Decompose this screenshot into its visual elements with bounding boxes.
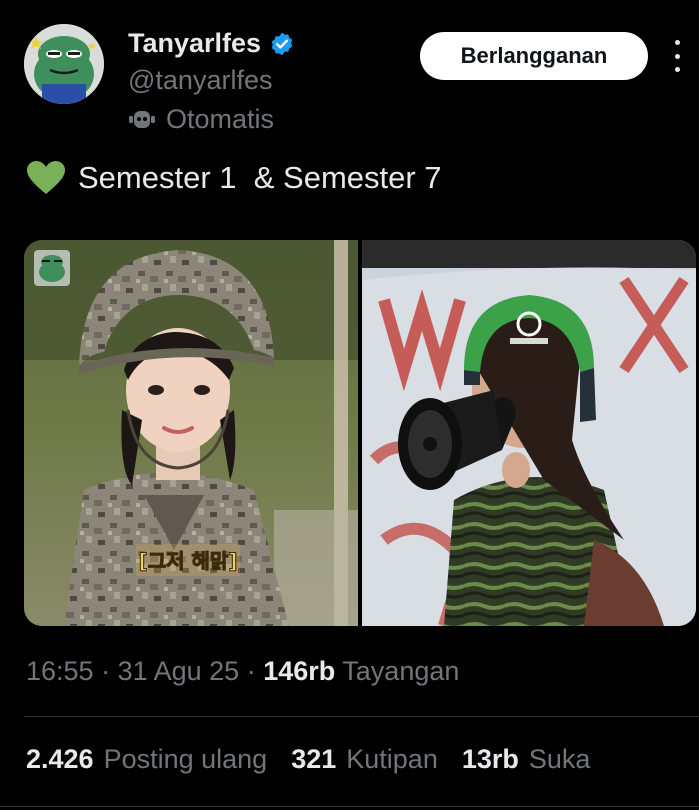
quotes-count: 321	[291, 744, 337, 774]
reposts-stat[interactable]: 2.426 Posting ulang	[26, 744, 267, 775]
avatar[interactable]	[24, 24, 104, 104]
author-block: Tanyarlfes @tanyarlfes Otomatis	[128, 28, 295, 135]
more-options-icon[interactable]	[670, 36, 684, 76]
tweet-meta: 16:55 · 31 Agu 25 · 146rb Tayangan	[26, 656, 459, 687]
automated-text: Otomatis	[166, 104, 275, 134]
views-label[interactable]: Tayangan	[342, 656, 459, 686]
reposts-label: Posting ulang	[103, 744, 268, 774]
handle[interactable]: @tanyarlfes	[128, 65, 295, 96]
timestamp-time[interactable]: 16:55	[26, 656, 94, 686]
divider	[0, 806, 699, 807]
left-photo: [그저 해맑]	[24, 240, 358, 626]
tweet-header: Tanyarlfes @tanyarlfes Otomatis Berlangg…	[24, 22, 684, 142]
green-heart-icon	[27, 161, 65, 194]
frog-avatar-icon	[24, 24, 104, 104]
automated-label[interactable]: Otomatis	[128, 104, 295, 135]
meta-separator: ·	[239, 656, 264, 686]
tweet-stats: 2.426 Posting ulang 321 Kutipan 13rb Suk…	[26, 744, 590, 775]
quotes-stat[interactable]: 321 Kutipan	[291, 744, 438, 775]
timestamp-date[interactable]: 31 Agu 25	[118, 656, 240, 686]
frog-watermark-icon	[34, 250, 70, 286]
likes-stat[interactable]: 13rb Suka	[462, 744, 591, 775]
verified-badge-icon	[271, 32, 293, 55]
quotes-label: Kutipan	[346, 744, 438, 774]
display-name[interactable]: Tanyarlfes	[128, 28, 261, 59]
tweet-media[interactable]: [그저 해맑]	[24, 240, 696, 626]
likes-count: 13rb	[461, 744, 519, 774]
right-photo	[362, 240, 696, 626]
bot-icon	[129, 110, 155, 128]
divider	[24, 716, 699, 717]
views-count[interactable]: 146rb	[263, 656, 335, 686]
left-caption: [그저 해맑]	[139, 549, 238, 573]
likes-label: Suka	[528, 744, 591, 774]
reposts-count: 2.426	[26, 744, 94, 774]
subscribe-button[interactable]: Berlangganan	[420, 32, 648, 80]
tweet-text: Semester 1 & Semester 7	[26, 160, 442, 196]
tweet-body: Semester 1 & Semester 7	[78, 160, 442, 195]
display-name-link[interactable]: Tanyarlfes	[128, 28, 295, 59]
meta-separator: ·	[93, 656, 118, 686]
media-image[interactable]: [그저 해맑]	[24, 240, 696, 626]
